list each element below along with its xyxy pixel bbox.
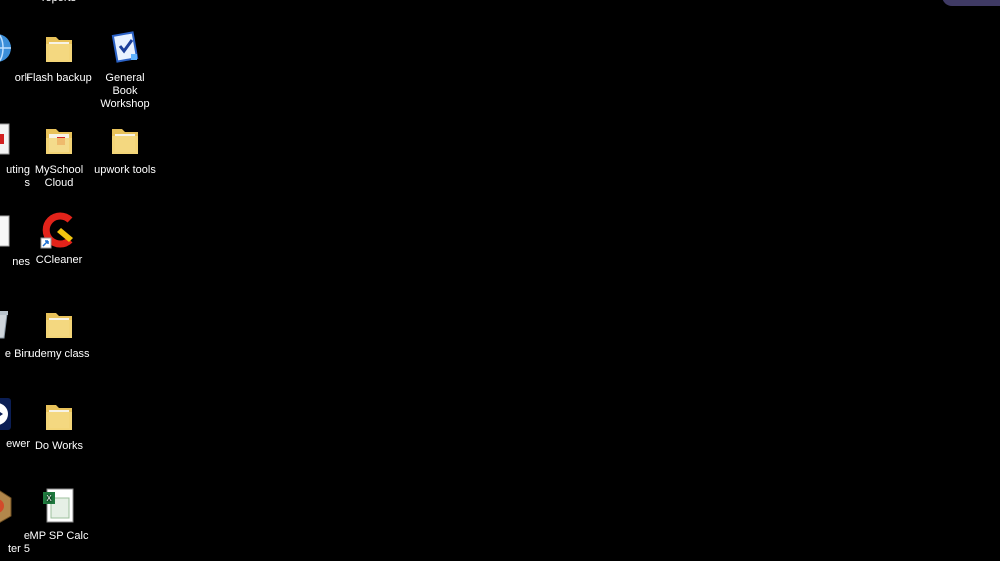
desktop-item-label: MySchool Cloud	[34, 164, 84, 189]
desktop-item-general-book-workshop[interactable]: General Book Workshop	[90, 28, 160, 111]
desktop-item-label: reports	[24, 0, 94, 5]
desktop-item-label: upwork tools	[94, 164, 156, 176]
folder-icon	[39, 304, 79, 344]
desktop-item-do-works[interactable]: Do Works	[24, 396, 94, 453]
folder-icon	[39, 28, 79, 68]
ccleaner-icon	[39, 210, 79, 250]
desktop-item-ccleaner[interactable]: CCleaner	[24, 210, 94, 267]
desktop-item-flash-backup[interactable]: Flash backup	[24, 28, 94, 85]
desktop-item-label: udemy class	[28, 348, 90, 360]
folder-icon	[39, 396, 79, 436]
desktop-item-myschool-cloud[interactable]: MySchool Cloud	[24, 120, 94, 190]
desktop-item-label: General Book Workshop	[100, 72, 150, 110]
excel-file-icon: X	[39, 486, 79, 526]
folder-icon	[39, 120, 79, 160]
viewer-app-icon	[0, 394, 17, 434]
desktop-item-reports[interactable]: reports	[24, 0, 94, 5]
desktop-item-mp-sp-calc[interactable]: X MP SP Calc	[24, 486, 94, 543]
desktop-item-label: Flash backup	[26, 72, 92, 84]
folder-icon	[105, 120, 145, 160]
svg-text:X: X	[46, 494, 52, 503]
desktop-item-udemy-class[interactable]: udemy class	[24, 304, 94, 361]
recycle-bin-icon	[0, 304, 17, 344]
file-icon	[0, 212, 17, 252]
clipped-widget	[942, 0, 1000, 6]
checklist-app-icon	[105, 28, 145, 68]
desktop-item-label: MP SP Calc	[29, 530, 89, 542]
pdf-file-icon	[0, 120, 17, 160]
globe-icon	[0, 28, 17, 68]
desktop-item-upwork-tools[interactable]: upwork tools	[90, 120, 160, 177]
desktop-item-label: Do Works	[34, 440, 84, 452]
desktop-item-label: CCleaner	[35, 254, 83, 266]
app-badge-icon	[0, 486, 17, 526]
